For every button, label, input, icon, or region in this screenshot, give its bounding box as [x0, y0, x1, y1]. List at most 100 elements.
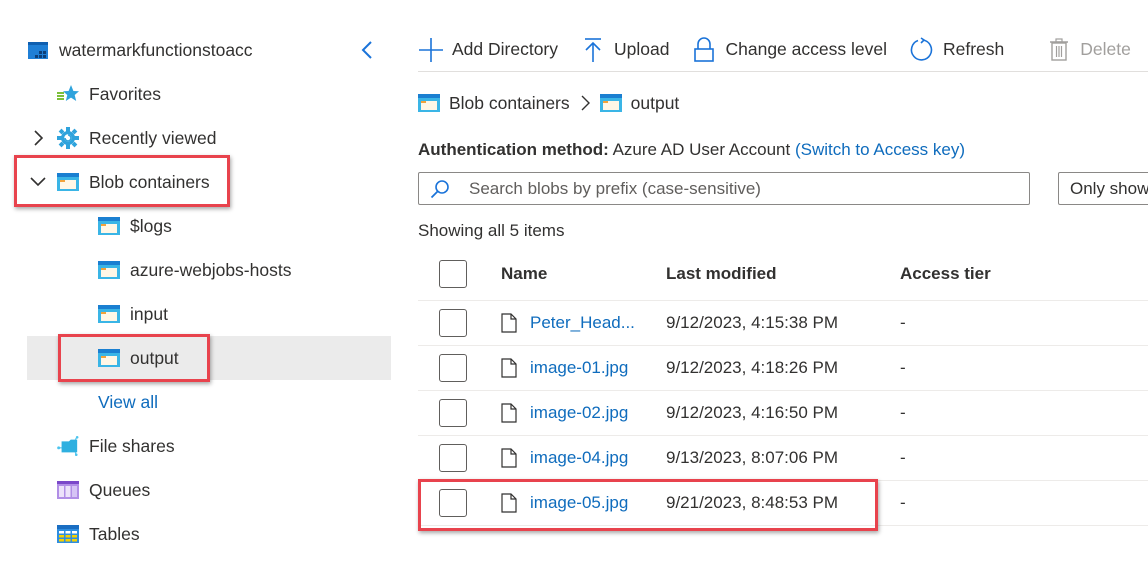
search-box[interactable] — [418, 172, 1030, 205]
column-header-access-tier[interactable]: Access tier — [900, 264, 991, 284]
file-icon — [501, 448, 519, 468]
selected-row-background — [27, 336, 391, 380]
sidebar-item-label: Queues — [89, 479, 151, 500]
row-checkbox[interactable] — [439, 444, 467, 472]
name-cell: image-04.jpg — [501, 448, 628, 468]
last-modified-cell: 9/21/2023, 8:48:53 PM — [666, 493, 839, 512]
breadcrumb-chevron-icon — [580, 95, 590, 111]
last-modified-cell: 9/12/2023, 4:18:26 PM — [666, 358, 839, 377]
sidebar-item-blob-containers[interactable]: Blob containers — [27, 160, 210, 204]
auth-method-label: Authentication method: — [418, 140, 609, 159]
access-tier-cell: - — [900, 403, 906, 422]
breadcrumb-output[interactable]: output — [599, 92, 680, 114]
name-cell: image-01.jpg — [501, 358, 628, 378]
sidebar: watermarkfunctionstoacc Favorites Recent… — [0, 0, 400, 569]
container-icon — [98, 259, 120, 281]
table-row[interactable]: Peter_Head... 9/12/2023, 4:15:38 PM - — [418, 301, 1148, 346]
table-row[interactable]: image-01.jpg 9/12/2023, 4:18:26 PM - — [418, 346, 1148, 391]
access-tier-cell: - — [900, 358, 906, 377]
toolbar: Add Directory Upload Change access level… — [418, 28, 1148, 72]
container-item-azure-webjobs-hosts[interactable]: azure-webjobs-hosts — [98, 248, 291, 292]
breadcrumb-blob-containers[interactable]: Blob containers — [418, 92, 570, 114]
file-shares-icon — [57, 435, 79, 457]
sidebar-item-label: Recently viewed — [89, 127, 217, 148]
breadcrumb: Blob containers output — [418, 92, 679, 114]
sidebar-item-label: File shares — [89, 435, 175, 456]
select-all-checkbox[interactable] — [439, 260, 467, 288]
sidebar-item-favorites[interactable]: Favorites — [57, 72, 161, 116]
blob-list: Name Last modified Access tier Peter_Hea… — [418, 248, 1148, 526]
tables-icon — [57, 523, 79, 545]
blob-name-link[interactable]: image-05.jpg — [530, 493, 628, 513]
column-header-name[interactable]: Name — [501, 264, 547, 284]
container-item-output[interactable]: output — [98, 336, 179, 380]
recently-viewed-gear-icon — [57, 127, 79, 149]
lock-icon — [691, 36, 717, 63]
storage-account-name: watermarkfunctionstoacc — [59, 39, 253, 60]
file-icon — [501, 313, 519, 333]
favorites-star-icon — [57, 83, 79, 105]
sidebar-item-tables[interactable]: Tables — [57, 512, 140, 556]
refresh-button[interactable]: Refresh — [909, 28, 1004, 71]
name-cell: Peter_Head... — [501, 313, 635, 333]
container-item-label: output — [130, 347, 179, 368]
sidebar-item-file-shares[interactable]: File shares — [57, 424, 175, 468]
container-item-logs[interactable]: $logs — [98, 204, 172, 248]
access-tier-cell: - — [900, 448, 906, 467]
blob-name-link[interactable]: image-04.jpg — [530, 448, 628, 468]
only-show-filter-dropdown[interactable]: Only show — [1058, 172, 1148, 205]
file-icon — [501, 358, 519, 378]
sidebar-item-recently-viewed[interactable]: Recently viewed — [27, 116, 216, 160]
view-all-link[interactable]: View all — [98, 392, 158, 413]
delete-button[interactable]: Delete — [1046, 28, 1131, 71]
add-directory-button[interactable]: Add Directory — [418, 28, 558, 71]
last-modified-cell: 9/12/2023, 4:15:38 PM — [666, 313, 839, 332]
sidebar-item-label: Favorites — [89, 83, 161, 104]
container-icon — [98, 347, 120, 369]
refresh-icon — [909, 36, 935, 63]
sidebar-item-label: Tables — [89, 523, 140, 544]
table-row[interactable]: image-05.jpg 9/21/2023, 8:48:53 PM - — [418, 481, 1148, 526]
name-cell: image-02.jpg — [501, 403, 628, 423]
authentication-method: Authentication method: Azure AD User Acc… — [418, 140, 965, 160]
table-row[interactable]: image-04.jpg 9/13/2023, 8:07:06 PM - — [418, 436, 1148, 481]
switch-to-access-key-link[interactable]: (Switch to Access key) — [795, 140, 965, 159]
name-cell: image-05.jpg — [501, 493, 628, 513]
breadcrumb-label: output — [630, 92, 680, 113]
breadcrumb-label: Blob containers — [449, 92, 570, 113]
container-item-label: input — [130, 303, 168, 324]
main-panel: Add Directory Upload Change access level… — [418, 0, 1148, 569]
container-icon — [599, 92, 622, 114]
container-item-input[interactable]: input — [98, 292, 168, 336]
auth-method-value: Azure AD User Account — [612, 140, 791, 159]
collapse-sidebar-button[interactable] — [356, 38, 378, 62]
chevron-down-icon[interactable] — [27, 177, 49, 187]
file-icon — [501, 403, 519, 423]
blob-container-icon — [57, 171, 79, 193]
only-show-label: Only show — [1070, 178, 1148, 198]
column-header-last-modified[interactable]: Last modified — [666, 264, 777, 284]
blob-name-link[interactable]: image-01.jpg — [530, 358, 628, 378]
upload-icon — [580, 37, 606, 63]
table-row[interactable]: image-02.jpg 9/12/2023, 4:16:50 PM - — [418, 391, 1148, 436]
list-header: Name Last modified Access tier — [418, 248, 1148, 301]
upload-button[interactable]: Upload — [580, 28, 669, 71]
chevron-right-icon[interactable] — [27, 130, 49, 146]
chevron-left-icon — [361, 41, 372, 59]
container-icon — [98, 215, 120, 237]
blob-name-link[interactable]: Peter_Head... — [530, 313, 635, 333]
row-checkbox[interactable] — [439, 354, 467, 382]
row-checkbox[interactable] — [439, 399, 467, 427]
trash-icon — [1046, 37, 1072, 63]
search-blobs-input[interactable] — [469, 178, 989, 199]
row-checkbox[interactable] — [439, 309, 467, 337]
row-checkbox[interactable] — [439, 489, 467, 517]
change-access-level-button[interactable]: Change access level — [691, 28, 887, 71]
search-icon — [429, 178, 451, 200]
item-count: Showing all 5 items — [418, 221, 565, 240]
storage-account-header[interactable]: watermarkfunctionstoacc — [27, 28, 253, 72]
sidebar-item-label: Blob containers — [89, 171, 210, 192]
sidebar-item-queues[interactable]: Queues — [57, 468, 150, 512]
container-icon — [98, 303, 120, 325]
blob-name-link[interactable]: image-02.jpg — [530, 403, 628, 423]
